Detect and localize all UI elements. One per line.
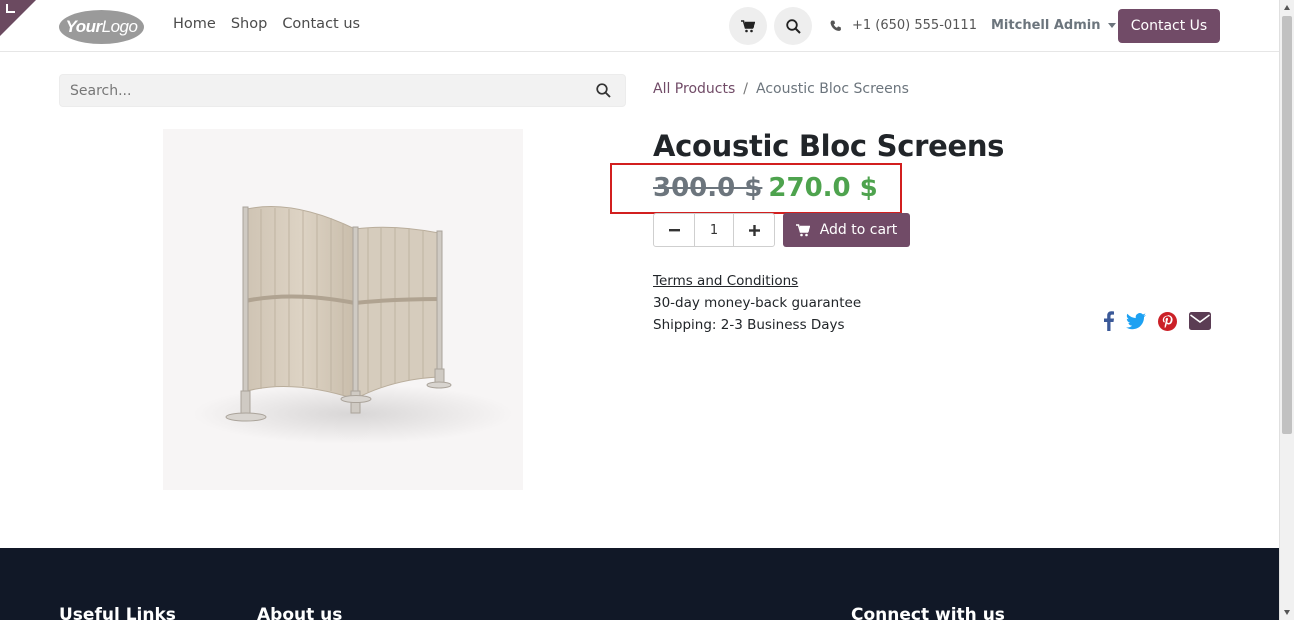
minus-icon: [668, 228, 680, 231]
search-icon: [785, 18, 801, 34]
shipping-text: Shipping: 2-3 Business Days: [653, 317, 845, 333]
logo-text: YourLogo: [65, 17, 138, 36]
nav-home[interactable]: Home: [173, 16, 216, 32]
corner-arrow-icon: [6, 4, 15, 13]
scroll-up-icon[interactable]: [1284, 5, 1290, 10]
add-to-cart-label: Add to cart: [819, 222, 898, 238]
product-terms: Terms and Conditions 30-day money-back g…: [653, 270, 861, 336]
price-highlight-box: [610, 163, 902, 214]
social-share: [1104, 311, 1211, 331]
nav-contact-us[interactable]: Contact us: [282, 16, 360, 32]
product-title: Acoustic Bloc Screens: [653, 129, 1005, 163]
search-input[interactable]: [70, 81, 570, 101]
breadcrumb-current: Acoustic Bloc Screens: [755, 81, 909, 97]
page-scrollbar[interactable]: [1279, 0, 1294, 620]
terms-and-conditions-link[interactable]: Terms and Conditions: [653, 270, 861, 292]
plus-icon: [748, 224, 760, 236]
phone-link[interactable]: +1 (650) 555-0111: [830, 18, 977, 33]
acoustic-screen-illustration: [193, 206, 513, 444]
footer-about-us-heading: About us: [257, 605, 343, 620]
product-search: [59, 74, 626, 107]
user-menu[interactable]: Mitchell Admin: [991, 18, 1117, 33]
quantity-stepper: 1: [653, 213, 775, 247]
cart-icon: [795, 223, 810, 236]
contact-us-button[interactable]: Contact Us: [1118, 9, 1220, 43]
scroll-thumb[interactable]: [1282, 16, 1292, 434]
breadcrumb-all-products[interactable]: All Products: [653, 81, 735, 97]
site-header: YourLogo Home Shop Contact us +1 (650) 5…: [0, 0, 1279, 52]
product-image[interactable]: [163, 129, 523, 490]
cart-button[interactable]: [729, 7, 767, 45]
cart-icon: [741, 19, 755, 32]
breadcrumb: All Products / Acoustic Bloc Screens: [653, 81, 909, 97]
site-logo[interactable]: YourLogo: [59, 10, 144, 44]
increase-quantity-button[interactable]: [734, 214, 774, 246]
edit-corner-toggle[interactable]: [0, 0, 36, 36]
site-footer: Useful Links About us Connect with us: [0, 548, 1279, 620]
scroll-down-icon[interactable]: [1284, 610, 1290, 615]
chevron-down-icon: [1108, 23, 1117, 28]
facebook-icon[interactable]: [1104, 311, 1114, 331]
quantity-input[interactable]: 1: [694, 214, 734, 246]
breadcrumb-separator: /: [743, 81, 748, 97]
decrease-quantity-button[interactable]: [654, 214, 694, 246]
email-icon[interactable]: [1189, 312, 1211, 330]
twitter-icon[interactable]: [1126, 312, 1146, 330]
main-nav: Home Shop Contact us: [173, 16, 360, 32]
search-submit-icon[interactable]: [596, 83, 611, 98]
pinterest-icon[interactable]: [1158, 311, 1177, 331]
phone-number: +1 (650) 555-0111: [852, 18, 977, 33]
footer-connect-heading: Connect with us: [851, 605, 1005, 620]
guarantee-text: 30-day money-back guarantee: [653, 295, 862, 311]
user-name: Mitchell Admin: [991, 18, 1101, 33]
add-to-cart-button[interactable]: Add to cart: [783, 213, 910, 247]
phone-icon: [830, 20, 841, 31]
header-search-button[interactable]: [774, 7, 812, 45]
nav-shop[interactable]: Shop: [231, 16, 267, 32]
footer-useful-links-heading: Useful Links: [59, 605, 176, 620]
